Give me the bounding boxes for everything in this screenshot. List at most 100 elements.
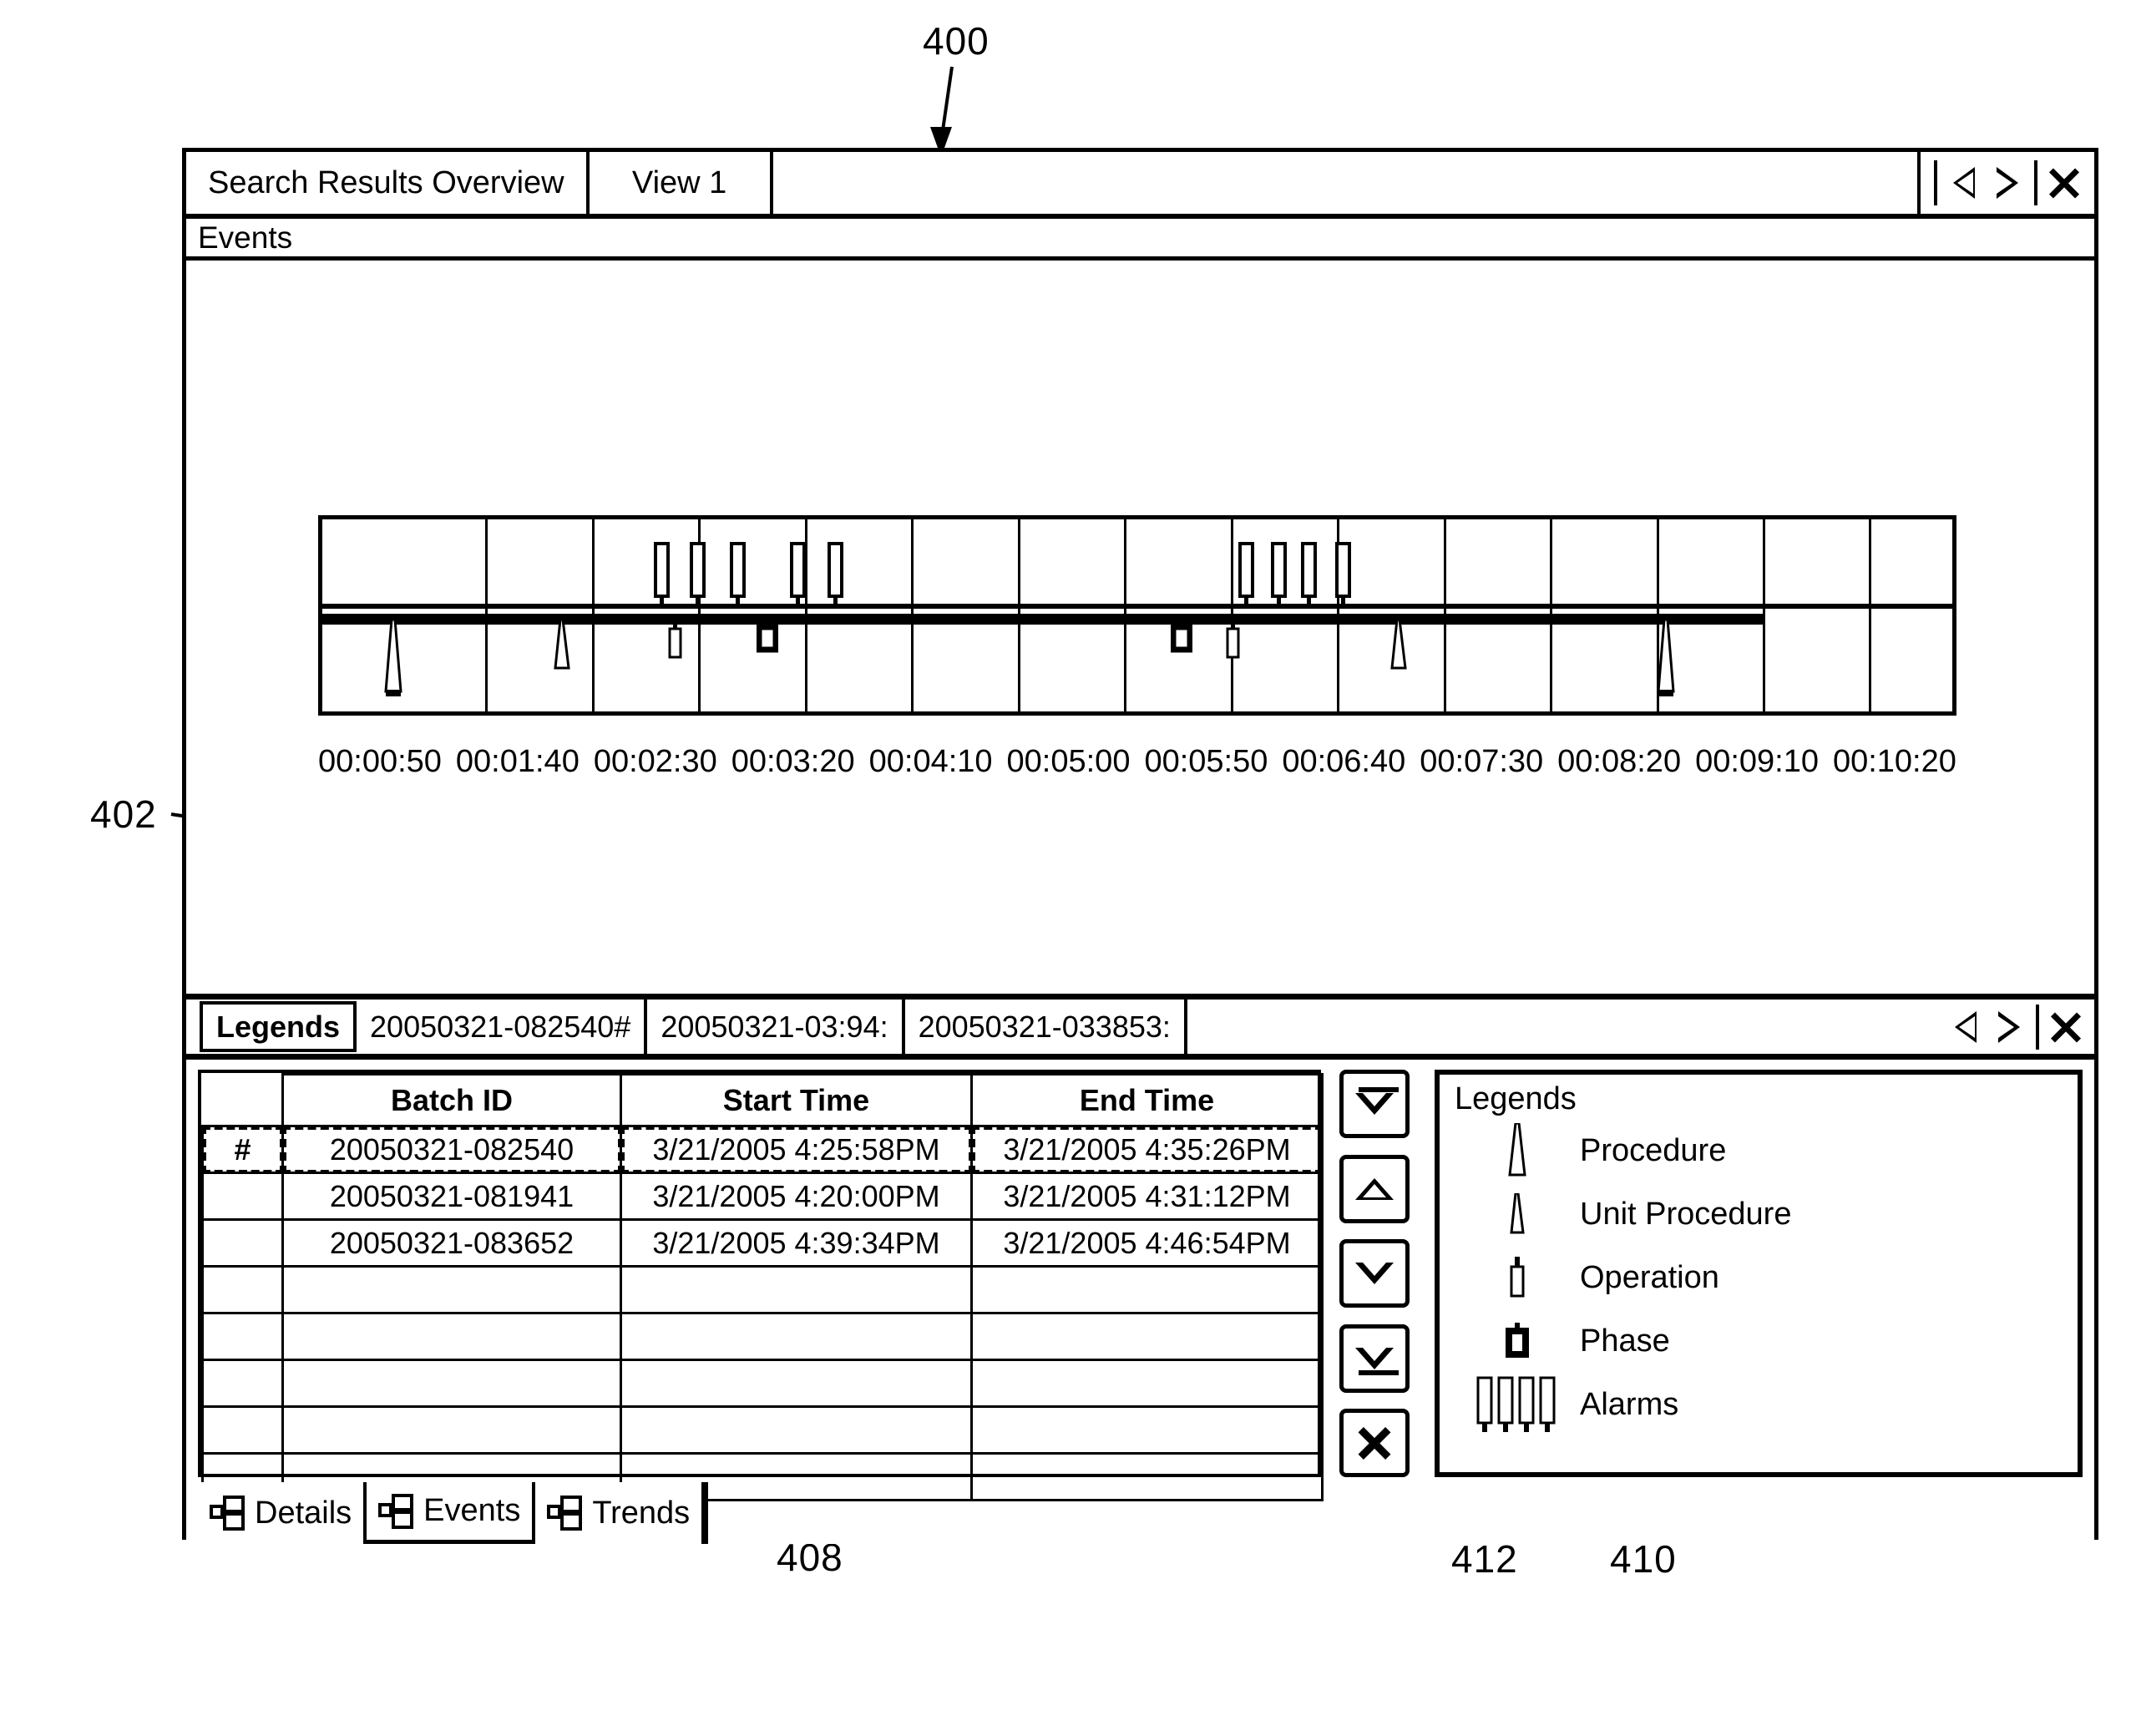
phase-marker[interactable] [757, 620, 778, 653]
legends-close-button[interactable] [2044, 1002, 2088, 1052]
move-to-bottom-button[interactable] [1339, 1324, 1410, 1393]
axis-tick-label: 00:01:40 [455, 743, 580, 779]
column-header-batch-id[interactable]: Batch ID [281, 1073, 622, 1127]
alarm-marker[interactable] [654, 542, 670, 605]
alarm-marker[interactable] [1271, 542, 1287, 605]
timeline-gridline [1763, 519, 1765, 711]
move-down-button[interactable] [1339, 1239, 1410, 1308]
legends-prev-button[interactable] [1944, 1002, 1987, 1052]
bottom-tab-strip: Details Events Trends [198, 1482, 2081, 1544]
control-divider [2034, 160, 2037, 205]
phase-marker[interactable] [1171, 620, 1192, 653]
legends-panel-title: Legends [1455, 1081, 1577, 1116]
bottom-tab-empty-space [705, 1482, 2081, 1544]
tab-trends[interactable]: Trends [535, 1482, 706, 1544]
legends-tab-legends[interactable]: Legends [200, 1001, 357, 1052]
legends-tab-batch-1[interactable]: 20050321-082540# [357, 1000, 648, 1054]
operation-marker[interactable] [668, 620, 682, 660]
cell-start-time [620, 1265, 973, 1314]
tab-search-results-overview[interactable]: Search Results Overview [186, 152, 590, 214]
cell-batch-id: 20050321-082540 [281, 1125, 622, 1174]
table-row[interactable] [201, 1312, 1324, 1361]
tab-details[interactable]: Details [198, 1482, 364, 1544]
window-close-button[interactable] [2042, 158, 2086, 208]
cell-end-time [970, 1359, 1324, 1408]
row-marker [201, 1218, 284, 1268]
chevron-left-icon [1953, 167, 1975, 199]
tab-view-1[interactable]: View 1 [589, 152, 773, 214]
move-up-button[interactable] [1339, 1154, 1410, 1223]
alarm-marker[interactable] [828, 542, 843, 605]
last-icon [1355, 1347, 1394, 1369]
row-marker [201, 1265, 284, 1314]
events-timeline-region: 00:00:50 00:01:40 00:02:30 00:03:20 00:0… [186, 261, 2094, 1000]
chevron-left-icon [1955, 1010, 1977, 1043]
table-row[interactable] [201, 1265, 1324, 1314]
column-header-end-time[interactable]: End Time [970, 1073, 1324, 1127]
legends-tab-batch-3[interactable]: 20050321-033853: [905, 1000, 1187, 1054]
table-row[interactable]: # 20050321-082540 3/21/2005 4:25:58PM 3/… [201, 1125, 1324, 1174]
batch-duration-bar[interactable] [322, 614, 1763, 625]
column-header-start-time[interactable]: Start Time [620, 1073, 973, 1127]
cell-batch-id [281, 1312, 622, 1361]
table-row[interactable]: 20050321-081941 3/21/2005 4:20:00PM 3/21… [201, 1172, 1324, 1221]
control-divider [1934, 160, 1937, 205]
table-row[interactable]: 20050321-083652 3/21/2005 4:39:34PM 3/21… [201, 1218, 1324, 1268]
tab-label: 20050321-033853: [918, 1009, 1171, 1044]
tab-events[interactable]: Events [363, 1482, 536, 1544]
cell-end-time: 3/21/2005 4:46:54PM [970, 1218, 1324, 1268]
phase-icon [1455, 1323, 1580, 1359]
panel-icon [378, 1493, 414, 1529]
axis-tick-label: 00:04:10 [868, 743, 993, 779]
legend-label: Phase [1580, 1323, 1670, 1359]
legends-tabbar-controls [1937, 1000, 2094, 1054]
alarm-marker[interactable] [1335, 542, 1351, 605]
cell-end-time: 3/21/2005 4:31:12PM [970, 1172, 1324, 1221]
legend-entry-alarms: Alarms [1455, 1373, 2078, 1436]
axis-tick-label: 00:00:50 [318, 743, 442, 779]
alarm-marker[interactable] [690, 542, 706, 605]
cell-batch-id [281, 1265, 622, 1314]
table-row[interactable] [201, 1359, 1324, 1408]
cell-end-time: 3/21/2005 4:35:26PM [970, 1125, 1324, 1174]
axis-tick-label: 00:09:10 [1695, 743, 1819, 779]
batch-table: Batch ID Start Time End Time # 20050321-… [201, 1073, 1324, 1501]
legend-entry-phase: Phase [1455, 1309, 2078, 1373]
move-to-top-button[interactable] [1339, 1070, 1410, 1138]
timeline-chart[interactable] [318, 515, 1956, 716]
alarm-marker[interactable] [1238, 542, 1254, 605]
legends-tab-batch-2[interactable]: 20050321-03:94: [647, 1000, 905, 1054]
control-divider [2036, 1004, 2039, 1050]
operation-icon [1455, 1257, 1580, 1298]
alarm-marker[interactable] [1301, 542, 1317, 605]
cell-start-time: 3/21/2005 4:25:58PM [620, 1125, 973, 1174]
unit-procedure-marker[interactable] [553, 620, 571, 671]
titlebar-controls [1917, 152, 2094, 214]
legend-entry-procedure: Procedure [1455, 1119, 2078, 1182]
alarm-marker[interactable] [790, 542, 806, 605]
alarm-marker[interactable] [730, 542, 746, 605]
procedure-marker[interactable] [1655, 620, 1677, 696]
chevron-right-icon [1998, 1010, 2020, 1043]
axis-tick-label: 00:06:40 [1282, 743, 1406, 779]
table-row[interactable] [201, 1405, 1324, 1455]
row-marker: # [201, 1125, 284, 1174]
axis-tick-label: 00:07:30 [1420, 743, 1544, 779]
window-prev-button[interactable] [1942, 158, 1986, 208]
chevron-right-icon [1997, 167, 2018, 199]
legends-tabbar-empty-space [1187, 1000, 1937, 1054]
legends-next-button[interactable] [1987, 1002, 2031, 1052]
row-marker [201, 1405, 284, 1455]
batch-table-container[interactable]: Batch ID Start Time End Time # 20050321-… [198, 1070, 1324, 1501]
cell-start-time [620, 1359, 973, 1408]
procedure-icon [1455, 1123, 1580, 1178]
procedure-marker[interactable] [382, 620, 404, 696]
window-next-button[interactable] [1986, 158, 2029, 208]
row-marker [201, 1312, 284, 1361]
tab-label: View 1 [631, 164, 727, 200]
cell-batch-id [281, 1359, 622, 1408]
operation-marker[interactable] [1226, 620, 1240, 660]
unit-procedure-marker[interactable] [1389, 620, 1408, 671]
remove-button[interactable] [1339, 1409, 1410, 1477]
panel-icon [210, 1496, 245, 1531]
